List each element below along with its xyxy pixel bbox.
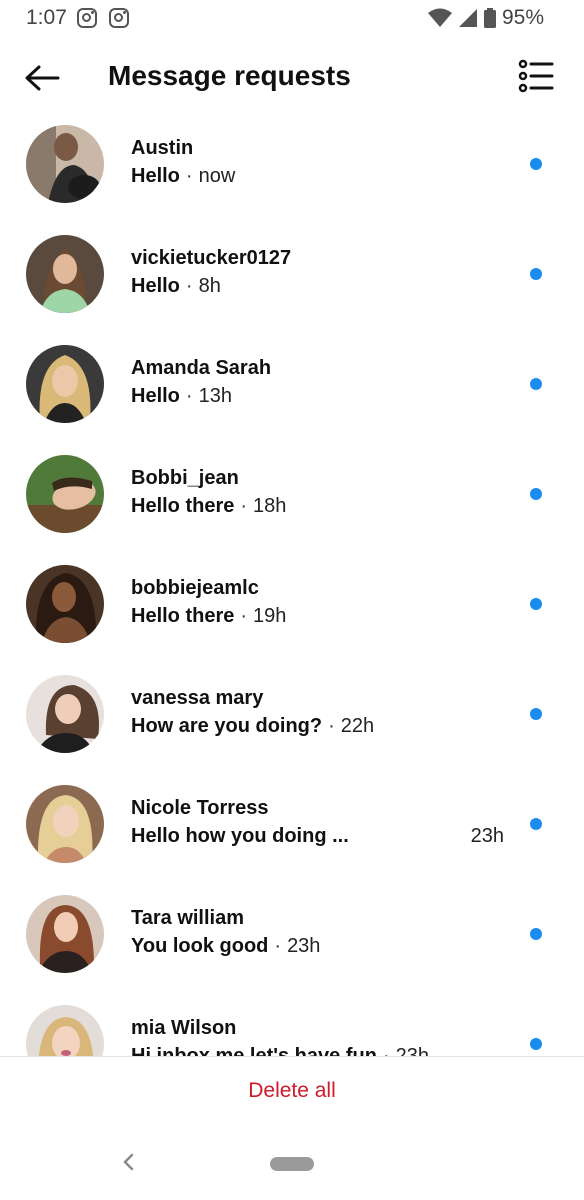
instagram-icon [77, 8, 97, 28]
message-time: 23h [287, 935, 321, 957]
message-text: Hello there [131, 495, 235, 517]
app-header: Message requests [0, 40, 584, 116]
message-preview: How are you doing? · 22h [131, 715, 375, 737]
unread-dot [530, 708, 542, 720]
request-row[interactable]: Amanda Sarah Hello · 13h [0, 330, 584, 440]
request-row[interactable]: bobbiejeamlc Hello there · 19h [0, 550, 584, 660]
message-time: 23h [470, 825, 504, 847]
avatar [26, 235, 104, 313]
status-bar: 1:07 95% [0, 0, 584, 40]
request-row[interactable]: Nicole Torress Hello how you doing ... 2… [0, 770, 584, 880]
message-text: You look good [131, 935, 269, 957]
message-time: 19h [253, 605, 287, 627]
message-time: now [198, 165, 236, 187]
avatar [26, 125, 104, 203]
arrow-left-icon [25, 65, 60, 91]
sender-name: mia Wilson [131, 1017, 237, 1039]
wifi-icon [427, 8, 452, 27]
message-text: Hello how you doing ... [131, 825, 349, 847]
instagram-icon [109, 8, 129, 28]
sender-name: Nicole Torress [131, 797, 269, 819]
avatar [26, 675, 104, 753]
message-text: Hello there [131, 605, 235, 627]
unread-dot [530, 928, 542, 940]
nav-home-pill[interactable] [270, 1157, 314, 1171]
request-row[interactable]: vickietucker0127 Hello · 8h [0, 220, 584, 330]
sender-name: Tara william [131, 907, 245, 929]
message-text: Hello [131, 165, 180, 187]
request-row[interactable]: Austin Hello · now [0, 110, 584, 220]
message-time: 22h [340, 715, 375, 737]
message-preview: Hello · 8h [131, 275, 221, 297]
message-request-list[interactable]: Austin Hello · now vickietucker0127 Hello ·… [0, 110, 584, 1056]
page-title: Message requests [108, 60, 351, 91]
battery-icon [483, 8, 496, 28]
avatar [26, 1005, 104, 1056]
message-time: 8h [198, 275, 221, 297]
message-preview: Hi inbox me let's have fun · 23h [131, 1045, 429, 1056]
sender-name: vanessa mary [131, 687, 264, 709]
system-tray: 95% [427, 6, 544, 30]
message-preview: Hello · 13h [131, 385, 232, 407]
request-row[interactable]: Tara william You look good · 23h [0, 880, 584, 990]
sender-name: bobbiejeamlc [131, 577, 259, 599]
message-time: 23h [395, 1045, 429, 1056]
unread-dot [530, 378, 542, 390]
sender-name: vickietucker0127 [131, 247, 292, 269]
sender-name: Bobbi_jean [131, 467, 239, 489]
avatar [26, 895, 104, 973]
avatar [26, 345, 104, 423]
message-text: Hi inbox me let's have fun [131, 1045, 377, 1056]
message-preview: Hello there · 19h [131, 605, 287, 627]
message-time: 13h [198, 385, 232, 407]
nav-back-icon[interactable] [120, 1153, 138, 1171]
request-row[interactable]: mia Wilson Hi inbox me let's have fun · 23… [0, 990, 584, 1056]
list-filter-icon [518, 59, 554, 93]
request-row[interactable]: Bobbi_jean Hello there · 18h [0, 440, 584, 550]
bottom-panel: Delete all [0, 1056, 584, 1200]
sender-name: Austin [131, 137, 194, 159]
unread-dot [530, 488, 542, 500]
message-text: How are you doing? [131, 715, 323, 737]
sender-name: Amanda Sarah [131, 357, 272, 379]
request-row[interactable]: vanessa mary How are you doing? · 22h [0, 660, 584, 770]
delete-all-button[interactable]: Delete all [0, 1079, 584, 1103]
unread-dot [530, 1038, 542, 1050]
message-preview: Hello · now [131, 165, 236, 187]
unread-dot [530, 268, 542, 280]
avatar [26, 455, 104, 533]
signal-icon [458, 9, 477, 27]
unread-dot [530, 818, 542, 830]
avatar [26, 565, 104, 643]
unread-dot [530, 598, 542, 610]
message-preview: Hello how you doing ... [131, 825, 349, 848]
message-preview: Hello there · 18h [131, 495, 287, 517]
message-text: Hello [131, 275, 180, 297]
status-time: 1:07 [26, 6, 67, 29]
message-time: 18h [253, 495, 287, 517]
back-button[interactable] [20, 58, 64, 98]
battery-percent: 95% [501, 6, 544, 29]
avatar [26, 785, 104, 863]
message-preview: You look good · 23h [131, 935, 321, 957]
message-text: Hello [131, 385, 180, 407]
filter-button[interactable] [518, 58, 558, 98]
unread-dot [530, 158, 542, 170]
